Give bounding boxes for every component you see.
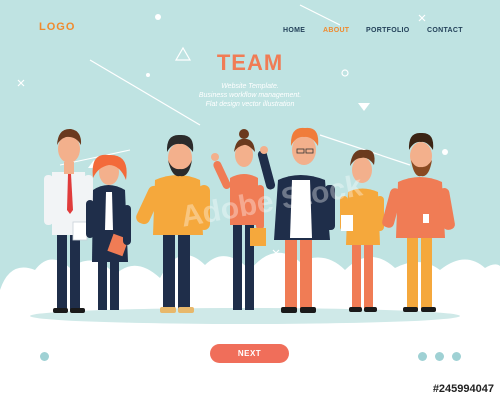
subtitle-line-1: Website Template. xyxy=(221,83,279,90)
pagination-dot-3[interactable] xyxy=(452,352,461,361)
nav-about[interactable]: ABOUT xyxy=(323,27,349,34)
nav-home[interactable]: HOME xyxy=(283,27,305,34)
subtitle-line-3: Flat design vector illustration xyxy=(205,101,295,108)
landing-page: Adobe Stock LOGO HOME ABOUT PORTFOLIO CO… xyxy=(0,0,500,400)
stock-id-label: #245994047 xyxy=(432,383,494,395)
pagination-dot-2[interactable] xyxy=(435,352,444,361)
next-button[interactable]: NEXT xyxy=(210,344,289,363)
pagination-dot-1[interactable] xyxy=(418,352,427,361)
nav-contact[interactable]: CONTACT xyxy=(427,27,463,34)
page-title: TEAM xyxy=(216,50,284,75)
nav-portfolio[interactable]: PORTFOLIO xyxy=(366,27,410,34)
top-navigation: HOME ABOUT PORTFOLIO CONTACT xyxy=(0,27,500,41)
pagination-dot-left[interactable] xyxy=(40,352,49,361)
hero-section: Adobe Stock LOGO HOME ABOUT PORTFOLIO CO… xyxy=(0,0,500,380)
stock-id-bar: #245994047 xyxy=(0,380,500,400)
subtitle-line-2: Business workflow management. xyxy=(198,92,302,99)
